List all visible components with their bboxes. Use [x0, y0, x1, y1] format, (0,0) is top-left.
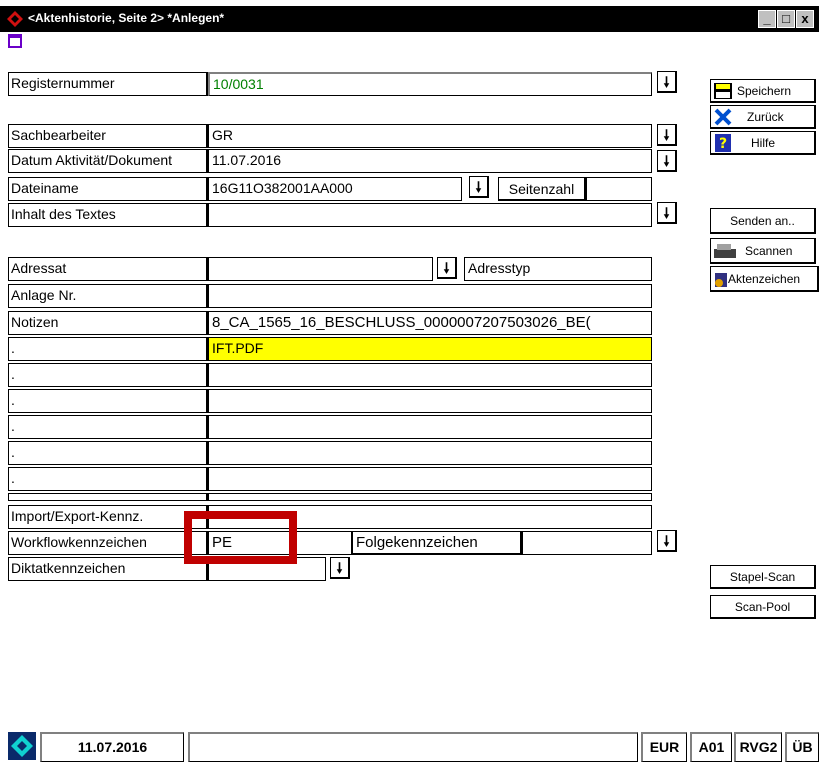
- adressat-field[interactable]: [208, 257, 433, 281]
- notizen-line-7[interactable]: [208, 467, 652, 491]
- folgekennzeichen-dropdown-icon[interactable]: 🠗: [657, 530, 677, 552]
- title-bar: <Aktenhistorie, Seite 2> *Anlegen* _ □ x: [0, 6, 819, 32]
- registernummer-label: Registernummer: [8, 72, 208, 96]
- status-currency: EUR: [641, 732, 687, 762]
- notizen-line-5[interactable]: [208, 415, 652, 439]
- registernummer-dropdown-icon[interactable]: 🠗: [657, 71, 677, 93]
- stapel-scan-button[interactable]: Stapel-Scan: [710, 565, 816, 589]
- close-button[interactable]: x: [796, 10, 814, 28]
- speichern-button[interactable]: Speichern: [710, 79, 816, 103]
- datum-label: Datum Aktivität/Dokument: [8, 149, 208, 173]
- status-code3: ÜB: [785, 732, 819, 762]
- scan-pool-button[interactable]: Scan-Pool: [710, 595, 816, 619]
- notizen-line-label: .: [8, 441, 208, 465]
- maximize-button[interactable]: □: [777, 10, 795, 28]
- notizen-line-label: .: [8, 415, 208, 439]
- folgekennzeichen-label: Folgekennzeichen: [352, 531, 522, 555]
- import-export-label: Import/Export-Kennz.: [8, 505, 208, 529]
- status-code2: RVG2: [734, 732, 782, 762]
- inhalt-label: Inhalt des Textes: [8, 203, 208, 227]
- save-icon: [714, 83, 732, 99]
- hilfe-button[interactable]: ? Hilfe: [710, 131, 816, 155]
- notizen-line-label: .: [8, 467, 208, 491]
- status-date: 11.07.2016: [40, 732, 184, 762]
- anlage-field[interactable]: [208, 284, 652, 308]
- minimize-button[interactable]: _: [758, 10, 776, 28]
- highlight-annotation: [184, 511, 297, 564]
- anlage-label: Anlage Nr.: [8, 284, 208, 308]
- scannen-label: Scannen: [745, 244, 793, 258]
- folgekennzeichen-field[interactable]: [522, 531, 652, 555]
- notizen-line-label: .: [8, 337, 208, 361]
- inhalt-field[interactable]: [208, 203, 652, 227]
- notizen-line-4[interactable]: [208, 389, 652, 413]
- adresstyp-field[interactable]: Adresstyp: [464, 257, 652, 281]
- back-x-icon: [714, 108, 732, 126]
- aktenzeichen-button[interactable]: Aktenzeichen: [710, 266, 819, 292]
- notizen-line-label: .: [8, 493, 208, 501]
- datum-field[interactable]: 11.07.2016: [208, 149, 652, 173]
- status-code1: A01: [690, 732, 732, 762]
- app-logo-icon: [7, 11, 23, 27]
- notizen-line-3[interactable]: [208, 363, 652, 387]
- diktat-label: Diktatkennzeichen: [8, 557, 208, 581]
- svg-text:?: ?: [719, 136, 727, 152]
- file-search-icon: [715, 273, 727, 287]
- inhalt-dropdown-icon[interactable]: 🠗: [657, 202, 677, 224]
- notizen-line-8[interactable]: [208, 493, 652, 501]
- adressat-label: Adressat: [8, 257, 208, 281]
- dateiname-label: Dateiname: [8, 177, 208, 201]
- zurueck-button[interactable]: Zurück: [710, 105, 816, 129]
- notizen-line-6[interactable]: [208, 441, 652, 465]
- status-message: [188, 732, 638, 762]
- registernummer-field[interactable]: 10/0031: [208, 72, 652, 96]
- notizen-line-label: .: [8, 389, 208, 413]
- notizen-label: Notizen: [8, 311, 208, 335]
- window-title: <Aktenhistorie, Seite 2> *Anlegen*: [28, 11, 225, 25]
- seitenzahl-label: Seitenzahl: [498, 177, 586, 201]
- dateiname-dropdown-icon[interactable]: 🠗: [469, 176, 489, 198]
- senden-button[interactable]: Senden an..: [710, 208, 816, 234]
- dateiname-field[interactable]: 16G11O382001AA000: [208, 177, 462, 201]
- help-icon: ?: [715, 134, 731, 152]
- workflow-label: Workflowkennzeichen: [8, 531, 208, 555]
- hilfe-label: Hilfe: [751, 136, 776, 150]
- notizen-line-2[interactable]: IFT.PDF: [208, 337, 652, 361]
- datum-dropdown-icon[interactable]: 🠗: [657, 150, 677, 172]
- diktat-dropdown-icon[interactable]: 🠗: [330, 557, 350, 579]
- seitenzahl-field[interactable]: [586, 177, 652, 201]
- aktenzeichen-label: Aktenzeichen: [728, 272, 801, 286]
- sachbearbeiter-field[interactable]: GR: [208, 124, 652, 148]
- scanner-icon: [714, 244, 736, 258]
- notizen-line-label: .: [8, 363, 208, 387]
- adressat-dropdown-icon[interactable]: 🠗: [437, 257, 457, 279]
- zurueck-label: Zurück: [747, 110, 784, 124]
- restore-window-icon[interactable]: [8, 34, 22, 48]
- sachbearbeiter-label: Sachbearbeiter: [8, 124, 208, 148]
- scannen-button[interactable]: Scannen: [710, 238, 816, 264]
- sachbearbeiter-dropdown-icon[interactable]: 🠗: [657, 124, 677, 146]
- speichern-label: Speichern: [737, 84, 792, 98]
- notizen-line-1[interactable]: 8_CA_1565_16_BESCHLUSS_0000007207503026_…: [208, 311, 652, 335]
- app-status-icon: [8, 732, 36, 760]
